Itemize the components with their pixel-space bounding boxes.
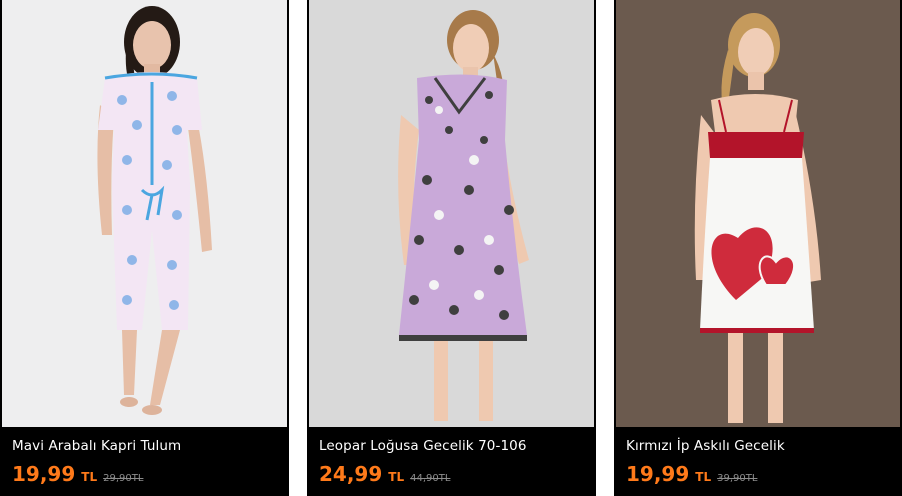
price-row: 19,99 TL 29,90TL (12, 462, 143, 488)
product-price: 24,99 (319, 462, 383, 486)
price-currency: TL (695, 470, 712, 484)
old-price: 44,90TL (410, 473, 451, 484)
product-card[interactable]: Mavi Arabalı Kapri Tulum 19,99 TL 29,90TL (0, 0, 289, 496)
price-currency: TL (388, 470, 405, 484)
old-price: 39,90TL (717, 473, 758, 484)
price-currency: TL (81, 470, 98, 484)
price-row: 24,99 TL 44,90TL (319, 462, 450, 488)
old-price: 29,90TL (103, 473, 144, 484)
product-price: 19,99 (626, 462, 690, 486)
product-name[interactable]: Kırmızı İp Askılı Gecelik (626, 438, 785, 454)
product-card[interactable]: Kırmızı İp Askılı Gecelik 19,99 TL 39,90TL (614, 0, 902, 496)
product-image[interactable] (616, 0, 900, 427)
product-name[interactable]: Mavi Arabalı Kapri Tulum (12, 438, 181, 454)
product-price: 19,99 (12, 462, 76, 486)
product-image[interactable] (309, 0, 594, 427)
product-name[interactable]: Leopar Loğusa Gecelik 70-106 (319, 438, 527, 454)
product-image[interactable] (2, 0, 287, 427)
product-card[interactable]: Leopar Loğusa Gecelik 70-106 24,99 TL 44,9… (307, 0, 596, 496)
price-row: 19,99 TL 39,90TL (626, 462, 757, 488)
